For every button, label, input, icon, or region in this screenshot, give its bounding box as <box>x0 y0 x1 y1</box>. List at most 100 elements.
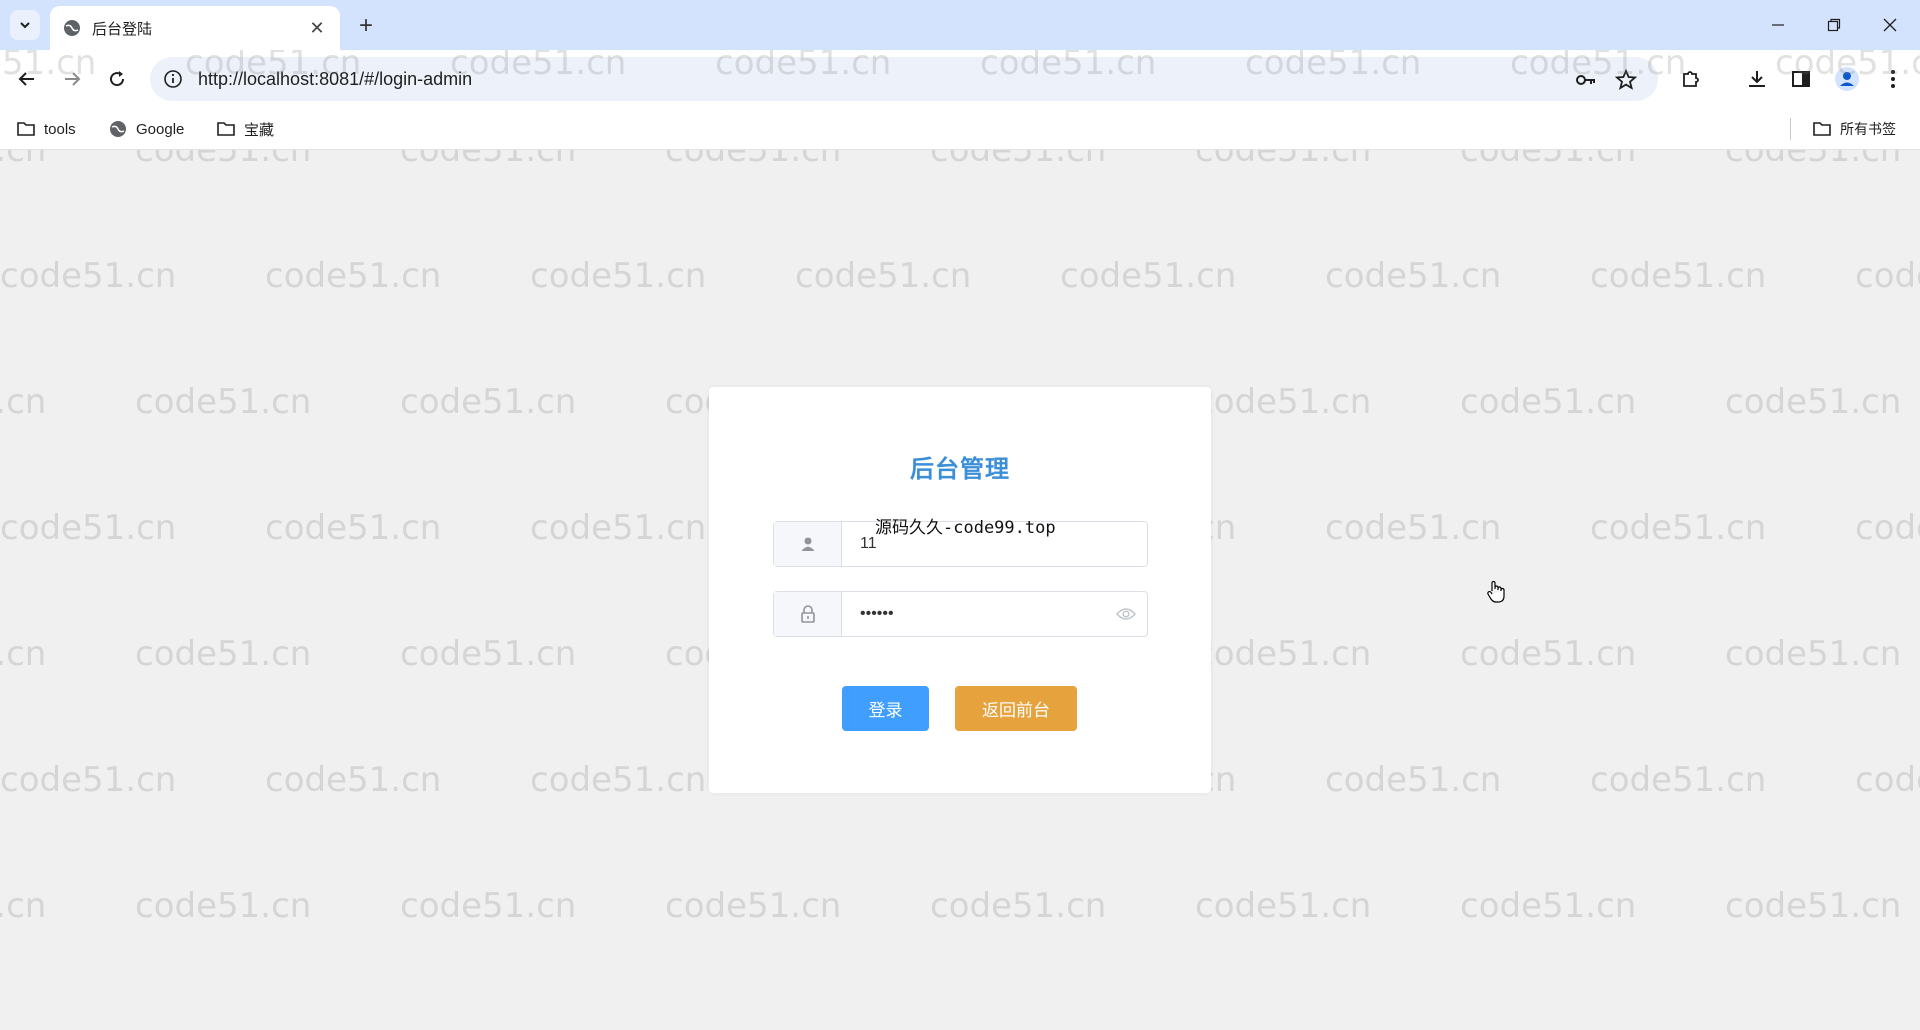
watermark-text: code51.cn <box>665 886 842 926</box>
bookmark-google[interactable]: Google <box>108 116 184 142</box>
globe-icon <box>110 121 126 137</box>
lock-icon <box>800 605 815 623</box>
watermark-text: code51.cn <box>0 256 177 296</box>
page-title: 后台管理 <box>910 456 1010 483</box>
all-bookmarks-button[interactable]: 所有书签 <box>1812 116 1896 142</box>
tab-close-icon[interactable]: ✕ <box>306 17 328 39</box>
side-panel-button[interactable] <box>1786 64 1816 94</box>
watermark-text: code51.cn <box>135 886 312 926</box>
back-to-frontend-button[interactable]: 返回前台 <box>955 686 1077 731</box>
bookmark-tools[interactable]: tools <box>16 116 76 142</box>
bookmark-label: 宝藏 <box>244 121 275 139</box>
folder-icon <box>217 122 235 136</box>
tab-title: 后台登陆 <box>92 20 153 38</box>
password-prefix <box>774 592 842 636</box>
puzzle-icon <box>1683 71 1699 87</box>
globe-icon <box>64 20 80 36</box>
watermark-text: code51.cn <box>1325 760 1502 800</box>
browser-toolbar: http://localhost:8081/#/login-admin <box>0 50 1920 108</box>
close-window-button[interactable] <box>1862 0 1918 50</box>
star-icon[interactable] <box>1614 68 1638 92</box>
watermark-text: code51.cn <box>530 508 707 548</box>
arrow-right-icon <box>65 72 81 86</box>
watermark-text: code51.cn <box>1060 256 1237 296</box>
reload-button[interactable] <box>101 63 133 95</box>
restore-icon <box>1827 18 1841 32</box>
watermark-text: code51.cn <box>1195 382 1372 422</box>
watermark-text: code51.cn <box>0 150 47 170</box>
new-tab-button[interactable]: + <box>350 10 382 42</box>
watermark-text: code51.cn <box>530 256 707 296</box>
tab-strip: 后台登陆 ✕ + <box>0 0 1920 50</box>
key-icon[interactable] <box>1574 68 1598 92</box>
watermark-text: code51.cn <box>1855 256 1920 296</box>
watermark-text: code51.cn <box>1460 886 1637 926</box>
close-icon <box>1883 18 1897 32</box>
hand-cursor-icon <box>1487 580 1505 603</box>
username-prefix <box>774 522 842 566</box>
watermark-text: code51.cn <box>265 760 442 800</box>
more-vert-icon <box>1891 70 1895 88</box>
profile-button[interactable] <box>1832 64 1862 94</box>
folder-icon <box>17 122 35 136</box>
watermark-text: code51.cn <box>930 886 1107 926</box>
watermark-text: code51.cn <box>1590 508 1767 548</box>
downloads-button[interactable] <box>1742 64 1772 94</box>
login-card: 后台管理 源码久久-code99.top 11 •••••• 登录 返回前台 <box>709 387 1211 793</box>
watermark-text: code51.cn <box>400 150 577 170</box>
watermark-text: code51.cn <box>530 760 707 800</box>
minimize-button[interactable] <box>1750 0 1806 50</box>
watermark-text: code51.cn <box>0 382 47 422</box>
watermark-text: code51.cn <box>1325 256 1502 296</box>
forward-button[interactable] <box>56 63 88 95</box>
reload-icon <box>110 71 125 87</box>
menu-button[interactable] <box>1878 64 1908 94</box>
tab-search-button[interactable] <box>10 10 40 40</box>
watermark-text: code51.cn <box>1725 382 1902 422</box>
folder-icon <box>1813 122 1831 136</box>
watermark-text: code51.cn <box>1725 150 1902 170</box>
watermark-text: code51.cn <box>1195 634 1372 674</box>
all-bookmarks-label: 所有书签 <box>1840 121 1896 137</box>
watermark-text: code51.cn <box>265 508 442 548</box>
watermark-text: code51.cn <box>1460 382 1637 422</box>
watermark-text: code51.cn <box>1725 634 1902 674</box>
back-button[interactable] <box>11 63 43 95</box>
site-info-icon[interactable] <box>162 68 184 90</box>
watermark-text: code51.cn <box>930 150 1107 170</box>
address-bar[interactable]: http://localhost:8081/#/login-admin <box>150 57 1658 101</box>
login-button[interactable]: 登录 <box>842 686 929 731</box>
extensions-button[interactable] <box>1676 64 1706 94</box>
watermark-text: code51.cn <box>0 760 177 800</box>
bookmark-treasure[interactable]: 宝藏 <box>216 116 274 142</box>
url-text[interactable]: http://localhost:8081/#/login-admin <box>198 69 472 90</box>
arrow-left-icon <box>18 72 34 86</box>
watermark-text: code51.cn <box>1460 150 1637 170</box>
user-icon <box>801 537 814 551</box>
watermark-text: code51.cn <box>135 382 312 422</box>
watermark-text: code51.cn <box>665 150 842 170</box>
watermark-text: code51.cn <box>265 256 442 296</box>
eye-icon <box>1116 608 1136 620</box>
browser-tab[interactable]: 后台登陆 ✕ <box>50 6 340 50</box>
page-content: code51.cn code51.cn code51.cn code51.cn code… <box>0 150 1920 1030</box>
chevron-down-icon <box>20 22 30 29</box>
password-input[interactable]: •••••• <box>842 592 1105 636</box>
watermark-text: code51.cn <box>1590 256 1767 296</box>
toggle-password-visibility[interactable] <box>1105 592 1147 636</box>
watermark-text: code51.cn <box>0 508 177 548</box>
bookmark-label: tools <box>44 120 76 138</box>
watermark-text: code51.cn <box>1855 760 1920 800</box>
avatar-icon <box>1835 67 1859 91</box>
watermark-text: code51.cn <box>0 634 47 674</box>
bookmarks-divider <box>1790 118 1791 140</box>
watermark-text: code51.cn <box>1460 634 1637 674</box>
watermark-text: code51.cn <box>1725 886 1902 926</box>
download-icon <box>1749 71 1765 87</box>
watermark-text: code51.cn <box>135 634 312 674</box>
site-notice: 源码久久-code99.top <box>875 518 1056 538</box>
bookmarks-bar: tools Google 宝藏 所有书签 <box>0 108 1920 150</box>
password-field[interactable]: •••••• <box>773 591 1148 637</box>
watermark-text: code51.cn <box>135 150 312 170</box>
restore-button[interactable] <box>1806 0 1862 50</box>
